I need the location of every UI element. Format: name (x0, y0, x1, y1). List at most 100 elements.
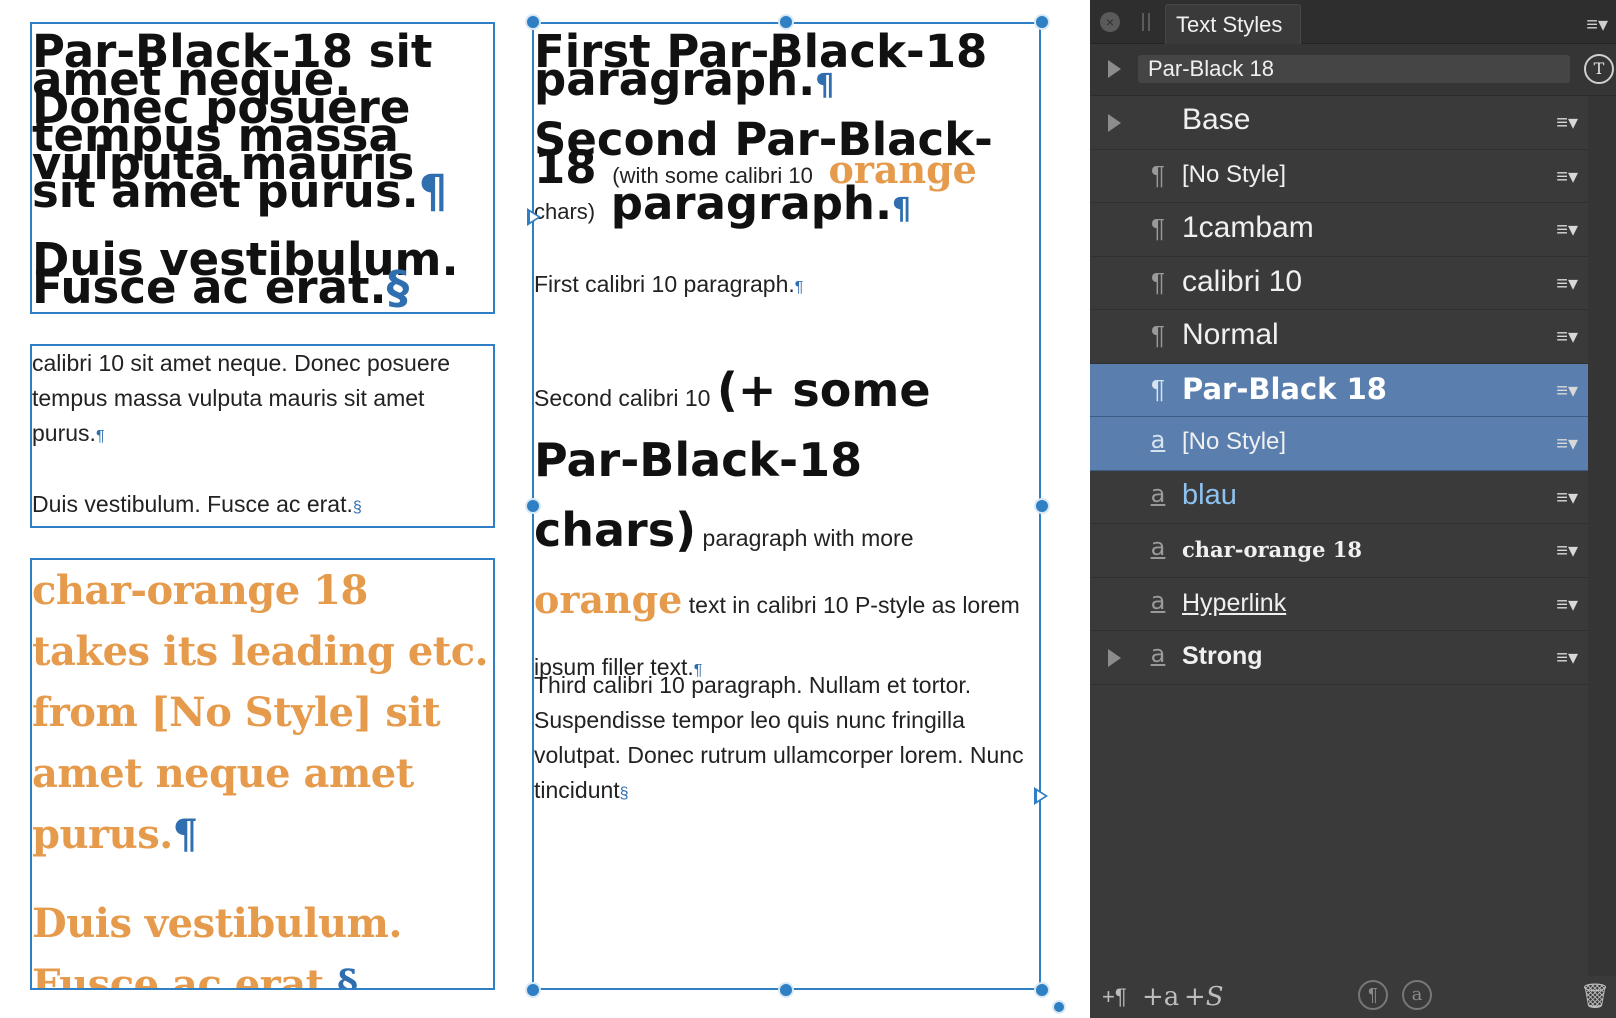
section-mark: § (352, 499, 362, 516)
style-row[interactable]: a Hyperlink ≡▾ (1090, 577, 1588, 631)
character-style-icon: a (1150, 479, 1166, 508)
resize-handle-bottom-right[interactable] (1034, 982, 1050, 998)
style-row-label: Normal (1182, 318, 1279, 351)
pilcrow-mark: ¶ (172, 811, 198, 858)
clear-character-style-button[interactable]: a (1402, 980, 1432, 1010)
paragraph-par-black-1[interactable]: Par-Black-18 sit amet neque. Donec posue… (32, 24, 493, 214)
panel-menu-icon[interactable]: ≡▾ (1586, 12, 1608, 37)
resize-handle-top[interactable] (778, 14, 794, 30)
style-row[interactable]: a char-orange 18 ≡▾ (1090, 524, 1588, 578)
resize-handle-top-left[interactable] (525, 14, 541, 30)
pilcrow-mark: ¶ (95, 428, 105, 445)
text-frame-par-black[interactable]: Par-Black-18 sit amet neque. Donec posue… (30, 22, 495, 314)
new-character-style-button[interactable]: +a (1142, 982, 1179, 1012)
tab-text-styles[interactable]: Text Styles (1165, 4, 1301, 44)
paragraph-orange-2[interactable]: Duis vestibulum. Fusce ac erat.§ (32, 893, 493, 990)
character-style-icon: a (1150, 426, 1166, 454)
text-frame-calibri[interactable]: calibri 10 sit amet neque. Donec posuere… (30, 344, 495, 528)
paragraph-second-par-black[interactable]: Second Par-Black-18 (with some calibri 1… (534, 100, 1039, 226)
document-canvas[interactable]: Par-Black-18 sit amet neque. Donec posue… (0, 0, 1090, 1018)
character-style-icon: a (1150, 640, 1166, 668)
style-row[interactable]: Base ≡▾ (1090, 96, 1588, 150)
text-flow-in-port-icon[interactable] (527, 208, 541, 226)
style-row[interactable]: a blau ≡▾ (1090, 470, 1588, 524)
pilcrow-mark: ¶ (815, 68, 835, 103)
delete-style-icon[interactable]: 🗑 (1580, 982, 1610, 1011)
style-options-icon[interactable]: ≡▾ (1556, 271, 1578, 296)
paragraph-calibri-1[interactable]: calibri 10 sit amet neque. Donec posuere… (32, 346, 493, 454)
section-mark: § (386, 261, 410, 314)
resize-handle-right[interactable] (1034, 498, 1050, 514)
paragraph-style-icon: ¶ (1151, 320, 1165, 350)
style-row-label: Strong (1182, 642, 1263, 670)
current-style-field[interactable]: Par-Black 18 (1138, 55, 1570, 83)
paragraph-style-icon: ¶ (1151, 373, 1165, 404)
character-style-icon: a (1150, 586, 1166, 615)
character-style-icon: a (1150, 533, 1166, 561)
drag-grip-icon[interactable] (1142, 13, 1150, 31)
panel-bottom-toolbar: +¶ +a +S ¶ a 🗑 (1090, 976, 1616, 1018)
style-row[interactable]: ¶ Par-Black 18 ≡▾ (1090, 363, 1588, 417)
expand-arrow-icon[interactable] (1108, 114, 1121, 132)
style-row-label: Hyperlink (1182, 588, 1287, 617)
style-options-icon[interactable]: ≡▾ (1556, 110, 1578, 135)
style-row-label: Base (1182, 103, 1251, 136)
style-options-icon[interactable]: ≡▾ (1556, 378, 1578, 403)
rotate-handle[interactable] (1052, 1000, 1066, 1014)
paragraph-first-calibri[interactable]: First calibri 10 paragraph.¶ (534, 267, 1039, 305)
resize-handle-bottom-left[interactable] (525, 982, 541, 998)
section-mark: § (337, 961, 358, 990)
style-row-label: calibri 10 (1182, 264, 1303, 298)
paragraph-calibri-2[interactable]: Duis vestibulum. Fusce ac erat.§ (32, 487, 493, 525)
style-row-label: 1cambam (1182, 211, 1314, 244)
paragraph-style-icon: ¶ (1151, 266, 1165, 297)
resize-handle-left[interactable] (525, 498, 541, 514)
paragraph-first-par-black[interactable]: First Par-Black-18 paragraph.¶ (534, 24, 1039, 103)
paragraph-style-icon: ¶ (1151, 213, 1165, 243)
text-preview-icon[interactable]: T (1584, 54, 1614, 84)
style-row[interactable]: ¶ calibri 10 ≡▾ (1090, 256, 1588, 310)
style-options-icon[interactable]: ≡▾ (1556, 164, 1578, 189)
panel-tab-bar: × Text Styles ≡▾ (1090, 0, 1616, 44)
style-list: Base ≡▾ ¶ [No Style] ≡▾ ¶ 1cambam ≡▾ ¶ calibri 10… (1090, 96, 1588, 685)
pilcrow-mark: ¶ (892, 192, 912, 227)
style-row-label: Par-Black 18 (1182, 371, 1387, 406)
style-row-label: [No Style] (1182, 160, 1287, 188)
paragraph-orange-1[interactable]: char-orange 18 takes its leading etc. fr… (32, 560, 493, 865)
paragraph-par-black-2[interactable]: Duis vestibulum. Fusce ac erat.§ (32, 232, 493, 310)
expand-arrow-icon[interactable] (1108, 649, 1121, 667)
new-style-button[interactable]: +S (1184, 982, 1224, 1012)
text-frame-mixed-selected[interactable]: First Par-Black-18 paragraph.¶ Second Pa… (532, 22, 1041, 990)
style-row[interactable]: a Strong ≡▾ (1090, 631, 1588, 685)
style-options-icon[interactable]: ≡▾ (1556, 592, 1578, 617)
style-options-icon[interactable]: ≡▾ (1556, 217, 1578, 242)
text-styles-panel: × Text Styles ≡▾ Par-Black 18 T Base ≡▾ ¶ [… (1090, 0, 1616, 1018)
text-frame-char-orange[interactable]: char-orange 18 takes its leading etc. fr… (30, 558, 495, 990)
pilcrow-mark: ¶ (794, 279, 804, 296)
paragraph-style-icon: ¶ (1151, 159, 1165, 190)
expand-arrow-icon[interactable] (1108, 60, 1121, 78)
close-panel-icon[interactable]: × (1100, 12, 1120, 32)
style-row[interactable]: ¶ Normal ≡▾ (1090, 310, 1588, 364)
pilcrow-mark: ¶ (418, 165, 448, 218)
paragraph-second-calibri[interactable]: Second calibri 10 (+ some Par-Black-18 c… (534, 359, 1039, 702)
clear-paragraph-style-button[interactable]: ¶ (1358, 980, 1388, 1010)
style-options-icon[interactable]: ≡▾ (1556, 538, 1578, 563)
style-row[interactable]: a [No Style] ≡▾ (1090, 417, 1588, 471)
style-list-scrollbar[interactable] (1588, 96, 1616, 976)
style-row-label: char-orange 18 (1182, 537, 1362, 562)
resize-handle-top-right[interactable] (1034, 14, 1050, 30)
style-row[interactable]: ¶ [No Style] ≡▾ (1090, 149, 1588, 203)
style-options-icon[interactable]: ≡▾ (1556, 431, 1578, 456)
style-options-icon[interactable]: ≡▾ (1556, 485, 1578, 510)
resize-handle-bottom[interactable] (778, 982, 794, 998)
section-mark: § (619, 785, 629, 802)
current-style-bar: Par-Black 18 T (1090, 44, 1616, 96)
text-flow-out-port-icon[interactable] (1034, 787, 1048, 805)
style-options-icon[interactable]: ≡▾ (1556, 324, 1578, 349)
paragraph-third-calibri[interactable]: Third calibri 10 paragraph. Nullam et to… (534, 668, 1039, 811)
new-paragraph-style-button[interactable]: +¶ (1102, 984, 1127, 1010)
style-row-label: blau (1182, 478, 1237, 511)
style-row[interactable]: ¶ 1cambam ≡▾ (1090, 203, 1588, 257)
style-options-icon[interactable]: ≡▾ (1556, 645, 1578, 670)
